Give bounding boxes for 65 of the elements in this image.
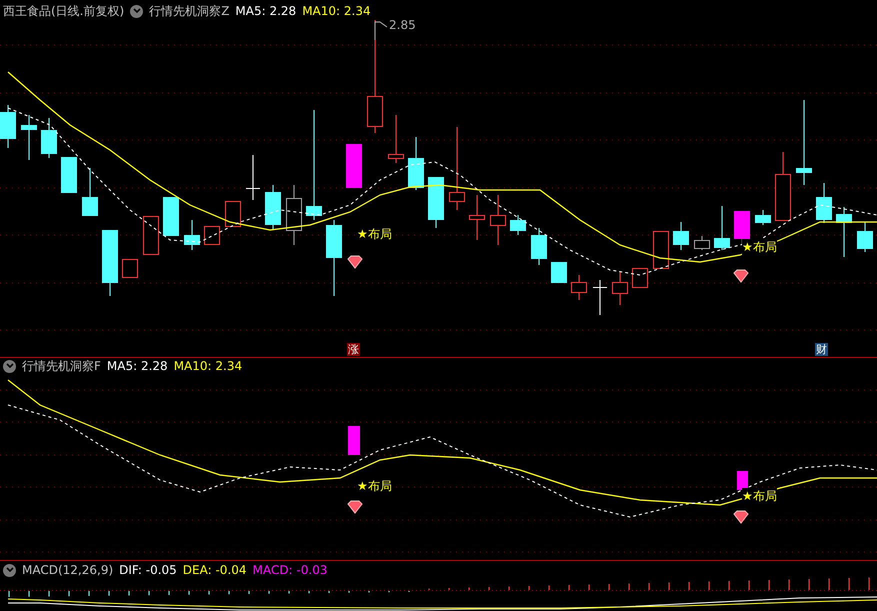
dropdown-icon[interactable]	[3, 360, 16, 372]
legend-text: MACD: -0.03	[252, 563, 328, 577]
high-price-leader-line	[374, 22, 388, 40]
dropdown-icon[interactable]	[130, 4, 144, 18]
high-price-label: 2.85	[389, 18, 416, 32]
legend-text: MA5: 2.28	[106, 359, 168, 373]
candlestick	[346, 144, 362, 188]
candlestick	[408, 136, 424, 190]
candlestick	[612, 272, 628, 306]
legend-text: 行情先机洞察Z	[149, 4, 230, 18]
candlestick	[82, 168, 98, 216]
legend-text: MA10: 2.34	[302, 4, 371, 18]
legend-text: 行情先机洞察F	[22, 359, 101, 373]
candlestick	[857, 222, 873, 252]
legend-text: MA5: 2.28	[235, 4, 296, 18]
candlestick	[0, 104, 16, 148]
gem-icon	[733, 270, 749, 283]
signal-label: ★布局	[357, 226, 392, 242]
candlestick	[388, 114, 404, 164]
candlestick	[551, 262, 567, 283]
candlestick	[286, 184, 302, 246]
candlestick	[21, 114, 37, 160]
signal-label: ★布局	[742, 239, 777, 255]
candlestick	[469, 194, 485, 240]
candlestick	[632, 268, 648, 288]
legend-text: DEA: -0.04	[182, 563, 247, 577]
candlestick	[571, 274, 587, 300]
signal-bar	[348, 426, 360, 455]
candlestick	[143, 216, 159, 255]
gem-icon	[347, 500, 363, 514]
candlestick	[428, 176, 444, 228]
candlestick	[510, 214, 526, 236]
candlestick	[204, 226, 220, 245]
event-badge[interactable]: 财	[815, 343, 828, 356]
gem-icon	[347, 256, 363, 269]
candlestick	[816, 182, 832, 224]
candlestick	[836, 206, 852, 258]
candlestick	[714, 206, 730, 250]
candlestick	[265, 184, 281, 230]
candlestick	[755, 210, 771, 226]
candlestick	[653, 230, 669, 269]
candlestick	[246, 154, 260, 200]
event-badge[interactable]: 涨	[347, 343, 360, 356]
candlestick	[694, 236, 710, 250]
signal-label: ★布局	[357, 478, 392, 494]
candlestick	[225, 200, 241, 227]
candlestick	[163, 196, 179, 236]
signal-label: ★布局	[742, 488, 777, 504]
gem-icon	[733, 510, 749, 524]
candlestick	[490, 194, 506, 246]
candlestick	[184, 220, 200, 250]
candlestick	[102, 230, 118, 296]
signal-bar	[737, 471, 748, 490]
dropdown-icon[interactable]	[3, 564, 16, 576]
candlestick	[122, 258, 138, 278]
candlestick	[673, 222, 689, 250]
candlestick	[41, 118, 57, 158]
candlestick	[61, 156, 77, 193]
legend-text: MA10: 2.34	[174, 359, 242, 373]
chart-title: 西王食品(日线.前复权)	[3, 4, 124, 18]
candlestick	[592, 280, 608, 316]
candlestick	[531, 228, 547, 266]
legend-text: DIF: -0.05	[119, 563, 177, 577]
candlestick	[775, 152, 791, 221]
legend-text: MACD(12,26,9)	[22, 563, 114, 577]
